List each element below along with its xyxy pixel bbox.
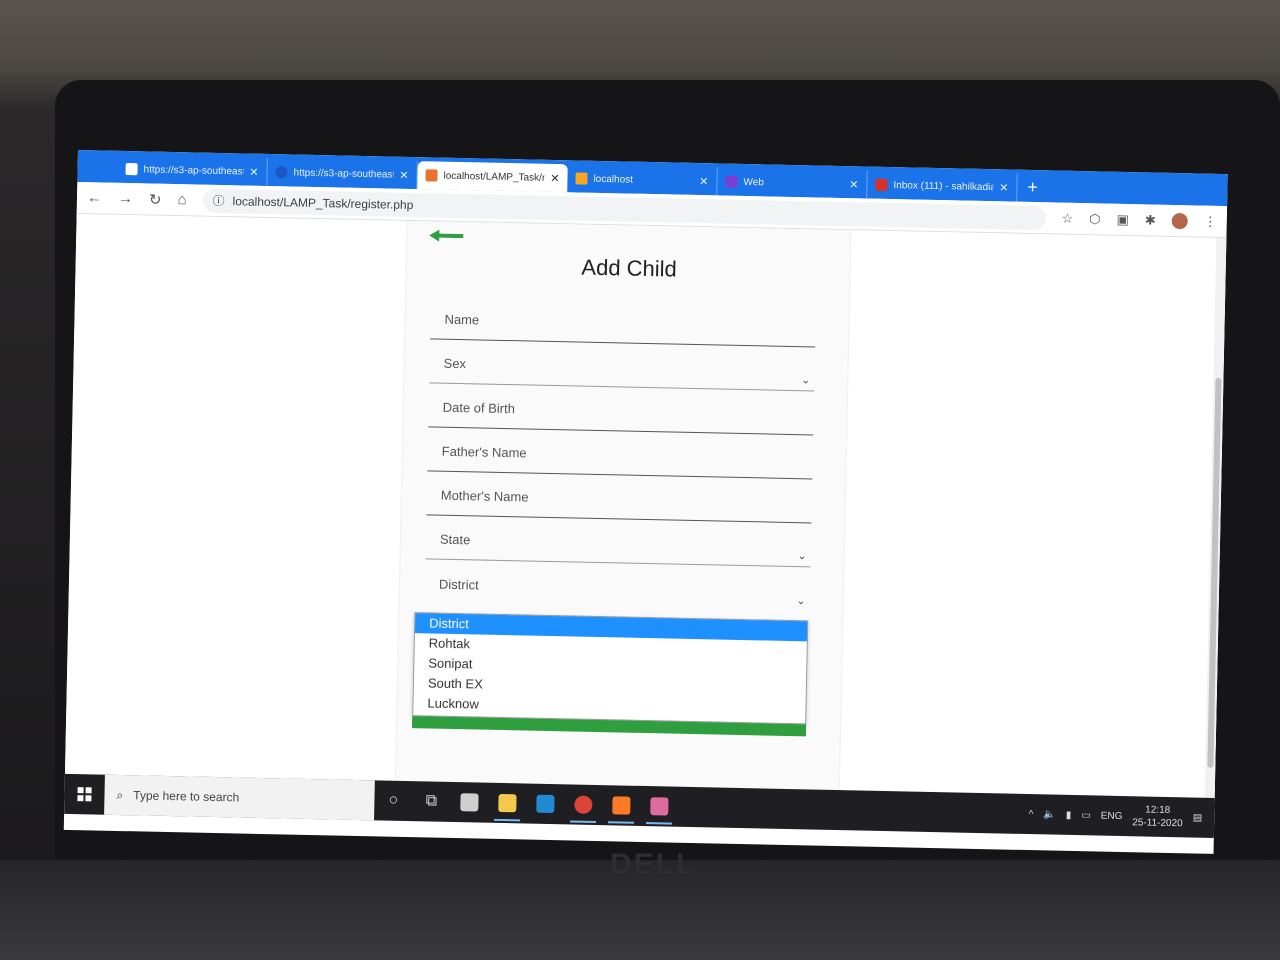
- url-text: localhost/LAMP_Task/register.php: [232, 193, 414, 212]
- name-placeholder: Name: [444, 311, 480, 328]
- tab-favicon: [125, 163, 138, 176]
- close-icon[interactable]: ✕: [999, 181, 1008, 194]
- sex-select[interactable]: Sex ⌄: [429, 343, 815, 392]
- laptop-logo: DELL: [610, 848, 697, 881]
- windows-icon: [77, 787, 92, 802]
- tab-6[interactable]: Inbox (111) - sahilkadia ✕: [867, 170, 1018, 202]
- father-name-field[interactable]: Father's Name: [427, 431, 814, 480]
- forward-icon[interactable]: →: [118, 190, 133, 207]
- clock[interactable]: 12:18 25-11-2020: [1132, 803, 1183, 830]
- system-tray: ^ 🔈 ▮ ▭ ENG 12:18 25-11-2020 ▤: [1028, 801, 1214, 831]
- pocket-icon[interactable]: ▣: [1116, 211, 1129, 227]
- state-placeholder: State: [439, 531, 471, 548]
- task-view-icon[interactable]: ⧉: [412, 781, 451, 822]
- close-icon[interactable]: ✕: [699, 175, 708, 188]
- profile-avatar[interactable]: [1171, 212, 1188, 229]
- close-icon[interactable]: ✕: [550, 171, 559, 184]
- tab-favicon: [575, 172, 588, 185]
- file-explorer-icon[interactable]: [488, 783, 527, 824]
- mother-name-placeholder: Mother's Name: [440, 487, 529, 505]
- gmail-icon: [875, 178, 888, 191]
- tab-favicon: [725, 175, 738, 188]
- tab-5[interactable]: Web ✕: [717, 167, 868, 199]
- reload-icon[interactable]: ↻: [149, 190, 162, 208]
- paint-icon[interactable]: [640, 786, 679, 827]
- language-indicator[interactable]: ENG: [1101, 810, 1123, 821]
- district-select[interactable]: District ⌄: [425, 563, 811, 611]
- tab-3-active[interactable]: localhost/LAMP_Task/re ✕: [417, 161, 568, 193]
- father-name-placeholder: Father's Name: [441, 443, 527, 461]
- volume-icon[interactable]: 🔈: [1043, 809, 1056, 820]
- screen: https://s3-ap-southeast ✕ https://s3-ap-…: [63, 150, 1228, 854]
- notification-icon[interactable]: ▤: [1193, 812, 1203, 823]
- back-icon[interactable]: ←: [87, 189, 102, 206]
- xampp-taskbar-icon[interactable]: [602, 785, 641, 826]
- back-arrow-icon[interactable]: [427, 227, 467, 244]
- page-content: Add Child Name Sex ⌄ Date of Birth Fathe…: [64, 213, 1227, 798]
- dob-placeholder: Date of Birth: [442, 399, 516, 417]
- battery-icon[interactable]: ▭: [1081, 810, 1091, 821]
- dob-field[interactable]: Date of Birth: [428, 387, 815, 436]
- tab-favicon: [275, 166, 288, 179]
- tab-1[interactable]: https://s3-ap-southeast ✕: [117, 154, 268, 186]
- star-icon[interactable]: ☆: [1061, 210, 1073, 226]
- info-icon: ⓘ: [212, 193, 225, 209]
- district-placeholder: District: [438, 576, 479, 592]
- close-icon[interactable]: ✕: [249, 165, 258, 178]
- tab-2[interactable]: https://s3-ap-southeast ✕: [267, 157, 418, 190]
- home-icon[interactable]: ⌂: [177, 191, 186, 208]
- mother-name-field[interactable]: Mother's Name: [426, 475, 813, 524]
- clock-time: 12:18: [1145, 804, 1171, 817]
- search-icon: ⌕: [116, 787, 124, 802]
- cortana-icon[interactable]: ○: [374, 780, 413, 821]
- district-dropdown-list: District Rohtak Sonipat South EX Lucknow: [412, 612, 809, 725]
- chrome-icon[interactable]: [564, 784, 603, 825]
- chevron-down-icon: ⌄: [796, 595, 806, 608]
- close-icon[interactable]: ✕: [849, 178, 858, 191]
- vscode-icon[interactable]: [526, 784, 565, 825]
- store-icon[interactable]: [450, 782, 489, 823]
- extension-icon[interactable]: ⬡: [1089, 211, 1101, 227]
- network-icon[interactable]: ▮: [1066, 809, 1072, 820]
- xampp-icon: [425, 169, 438, 182]
- chevron-down-icon: ⌄: [800, 374, 811, 387]
- sex-placeholder: Sex: [443, 355, 467, 372]
- start-button[interactable]: [64, 774, 105, 815]
- close-icon[interactable]: ✕: [399, 168, 408, 181]
- page-title: Add Child: [581, 254, 678, 282]
- clock-date: 25-11-2020: [1132, 817, 1183, 830]
- state-select[interactable]: State ⌄: [425, 519, 812, 568]
- search-placeholder: Type here to search: [133, 788, 240, 805]
- puzzle-icon[interactable]: ✱: [1145, 212, 1156, 228]
- chevron-up-icon[interactable]: ^: [1029, 809, 1034, 820]
- tab-4[interactable]: localhost ✕: [567, 164, 718, 196]
- menu-icon[interactable]: ⋮: [1204, 213, 1217, 229]
- chevron-down-icon: ⌄: [797, 550, 807, 563]
- add-child-form: Add Child Name Sex ⌄ Date of Birth Fathe…: [394, 220, 852, 791]
- name-field[interactable]: Name: [430, 299, 816, 348]
- new-tab-button[interactable]: +: [1017, 177, 1048, 203]
- taskbar-search[interactable]: ⌕ Type here to search: [104, 774, 375, 821]
